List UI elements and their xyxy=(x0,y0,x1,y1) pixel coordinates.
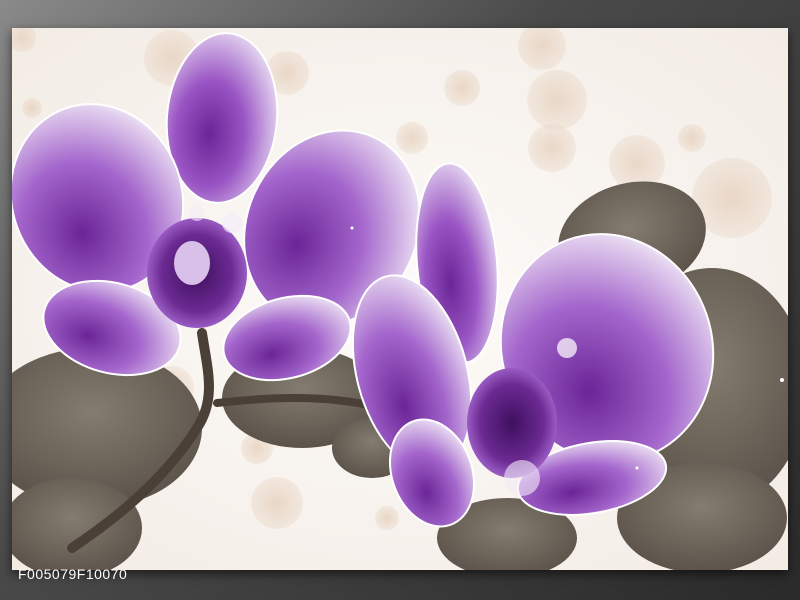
product-code-label: F005079F10070 xyxy=(18,566,128,582)
orchid-photo xyxy=(12,28,788,570)
orchid-illustration xyxy=(12,28,788,570)
